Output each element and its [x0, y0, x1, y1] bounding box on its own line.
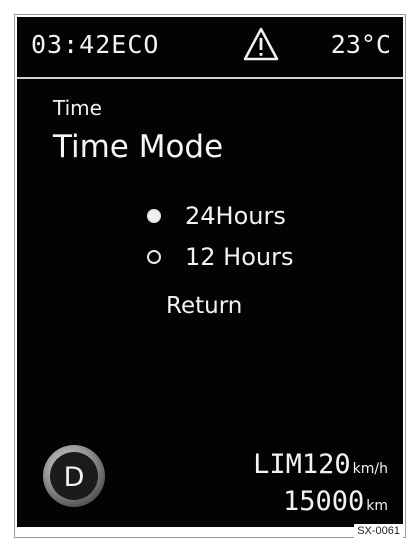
status-bar: 03:42ECO 23°C — [17, 17, 403, 79]
option-24-hours[interactable]: 24Hours — [147, 199, 286, 233]
clock-display: 03:42 — [31, 30, 112, 59]
speed-limit-display: LIM120 km/h — [253, 449, 388, 480]
option-label: 12 Hours — [185, 243, 294, 271]
option-label: 24Hours — [185, 202, 286, 230]
radio-selected-icon[interactable] — [147, 209, 161, 223]
outside-temperature: 23°C — [330, 30, 391, 59]
gear-indicator-icon: D — [43, 445, 105, 507]
option-12-hours[interactable]: 12 Hours — [147, 240, 293, 274]
menu-breadcrumb: Time — [53, 96, 102, 120]
drive-mode-display: ECO — [111, 30, 160, 59]
warning-triangle-icon — [243, 27, 279, 61]
odometer-display: 15000 km — [283, 486, 388, 517]
odometer-unit: km — [366, 498, 388, 514]
gear-letter: D — [64, 462, 85, 493]
figure-code-label: SX-0061 — [354, 524, 403, 538]
return-menu-item[interactable]: Return — [166, 293, 242, 319]
menu-title: Time Mode — [53, 129, 224, 165]
odometer-value: 15000 — [282, 486, 365, 517]
speed-limit-value: LIM120 — [253, 449, 351, 480]
speed-limit-unit: km/h — [352, 461, 388, 477]
radio-unselected-icon[interactable] — [147, 250, 161, 264]
instrument-cluster-screen: 03:42ECO 23°C Time Time Mode 24Hours 12 … — [17, 17, 403, 527]
clock-and-mode: 03:42ECO — [31, 30, 159, 59]
